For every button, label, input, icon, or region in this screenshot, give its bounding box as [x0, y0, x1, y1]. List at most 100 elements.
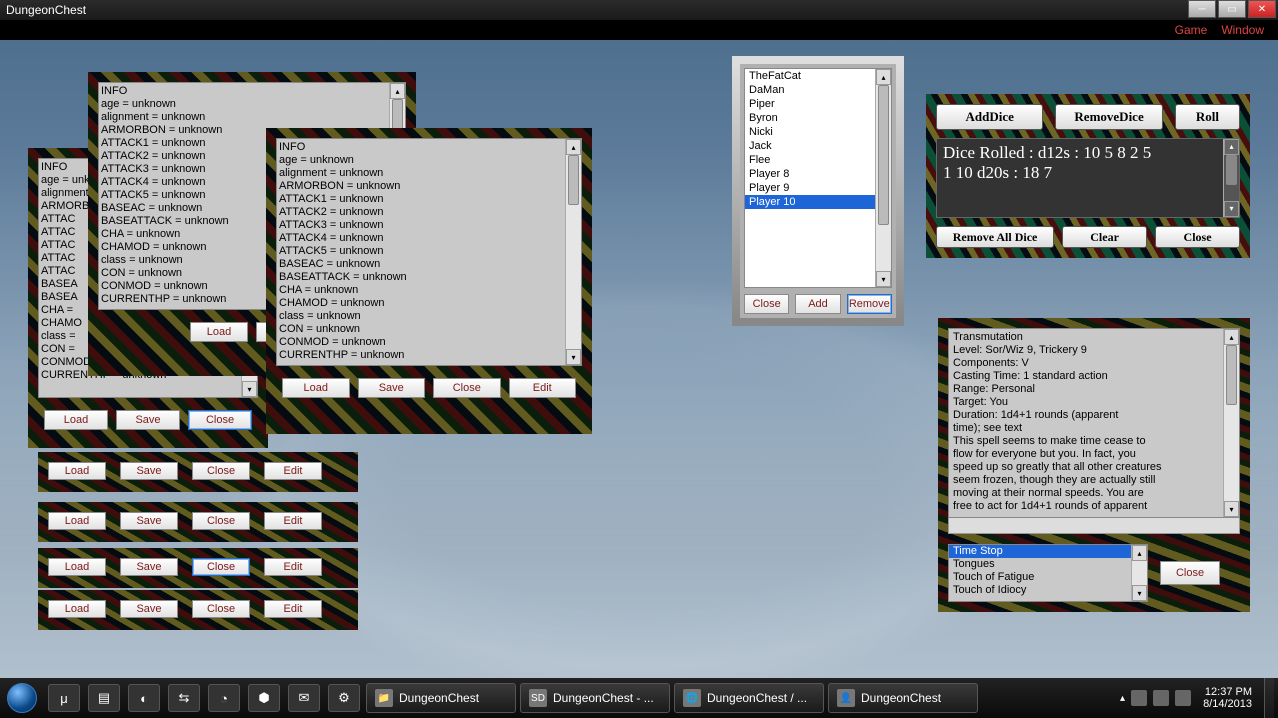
load-button[interactable]: Load [190, 322, 248, 342]
system-tray: ▴ 12:37 PM 8/14/2013 [1120, 678, 1278, 718]
tray-expand-icon[interactable]: ▴ [1120, 693, 1125, 704]
menu-game[interactable]: Game [1175, 23, 1208, 37]
taskbar-task[interactable]: 🌐DungeonChest / ... [674, 683, 824, 713]
dice-add-button[interactable]: AddDice [936, 104, 1043, 130]
spell-panel: Transmutation Level: Sor/Wiz 9, Trickery… [938, 318, 1250, 612]
save-button[interactable]: Save [120, 558, 178, 576]
spell-list-item[interactable]: Time Stop [949, 545, 1147, 558]
spell-list-item[interactable]: Tongues [949, 558, 1147, 571]
character-bar-2: Load Save Close Edit [38, 502, 358, 542]
player-list-item[interactable]: DaMan [745, 83, 891, 97]
load-button[interactable]: Load [48, 462, 106, 480]
player-list-item[interactable]: Flee [745, 153, 891, 167]
player-list-item[interactable]: Player 8 [745, 167, 891, 181]
dice-roll-button[interactable]: Roll [1175, 104, 1240, 130]
save-button[interactable]: Save [120, 600, 178, 618]
task-label: DungeonChest / ... [707, 691, 807, 705]
character-panel-front: INFO age = unknown alignment = unknown A… [266, 128, 592, 434]
taskbar-pinned-icon[interactable]: ✉ [288, 684, 320, 712]
tray-icon[interactable] [1131, 690, 1147, 706]
dice-panel: AddDice RemoveDice Roll Dice Rolled : d1… [926, 94, 1250, 258]
edit-button[interactable]: Edit [264, 600, 322, 618]
tray-volume-icon[interactable] [1175, 690, 1191, 706]
taskbar-task[interactable]: 👤DungeonChest [828, 683, 978, 713]
load-button[interactable]: Load [48, 512, 106, 530]
player-list-item[interactable]: Nicki [745, 125, 891, 139]
load-button[interactable]: Load [282, 378, 350, 398]
player-list-panel: TheFatCatDaManPiperByronNickiJackFleePla… [732, 56, 904, 326]
taskbar-pinned-icon[interactable]: μ [48, 684, 80, 712]
taskbar-pinned-icon[interactable]: ⚙ [328, 684, 360, 712]
tray-icon[interactable] [1153, 690, 1169, 706]
taskbar-task[interactable]: SDDungeonChest - ... [520, 683, 670, 713]
scrollbar-horizontal[interactable] [948, 518, 1240, 534]
taskbar-clock[interactable]: 12:37 PM 8/14/2013 [1197, 686, 1258, 710]
player-list-item[interactable]: Player 9 [745, 181, 891, 195]
load-button[interactable]: Load [44, 410, 108, 430]
close-button[interactable]: Close [192, 462, 250, 480]
player-list-item[interactable]: Jack [745, 139, 891, 153]
task-label: DungeonChest [399, 691, 479, 705]
save-button[interactable]: Save [120, 512, 178, 530]
taskbar-pinned-icon[interactable]: ⬢ [248, 684, 280, 712]
scrollbar[interactable]: ▴▾ [565, 139, 581, 365]
load-button[interactable]: Load [48, 600, 106, 618]
dice-clear-button[interactable]: Clear [1062, 226, 1147, 248]
player-close-button[interactable]: Close [744, 294, 789, 314]
spell-description-text: Transmutation Level: Sor/Wiz 9, Trickery… [953, 331, 1162, 512]
save-button[interactable]: Save [116, 410, 180, 430]
load-button[interactable]: Load [48, 558, 106, 576]
player-add-button[interactable]: Add [795, 294, 840, 314]
close-button[interactable]: Close [192, 600, 250, 618]
edit-button[interactable]: Edit [264, 462, 322, 480]
task-label: DungeonChest - ... [553, 691, 654, 705]
player-list-item[interactable]: Piper [745, 97, 891, 111]
dice-close-button[interactable]: Close [1155, 226, 1240, 248]
spell-list-item[interactable]: Touch of Fatigue [949, 571, 1147, 584]
scrollbar[interactable]: ▴▾ [1223, 139, 1239, 217]
spell-description[interactable]: Transmutation Level: Sor/Wiz 9, Trickery… [948, 328, 1240, 518]
scrollbar[interactable]: ▴▾ [1131, 545, 1147, 601]
close-button[interactable]: Close [188, 410, 252, 430]
spell-list-item[interactable]: Touch of Idiocy [949, 584, 1147, 597]
taskbar-task[interactable]: 📁DungeonChest [366, 683, 516, 713]
window-close-button[interactable]: ✕ [1248, 0, 1276, 18]
edit-button[interactable]: Edit [264, 512, 322, 530]
taskbar-pinned-icon[interactable]: ▤ [88, 684, 120, 712]
task-icon: 👤 [837, 689, 855, 707]
dice-output-text: Dice Rolled : d12s : 10 5 8 2 5 1 10 d20… [943, 143, 1151, 182]
character-bar-1: Load Save Close Edit [38, 452, 358, 492]
edit-button[interactable]: Edit [264, 558, 322, 576]
spell-close-button[interactable]: Close [1160, 561, 1220, 585]
window-maximize-button[interactable]: ▭ [1218, 0, 1246, 18]
dice-remove-button[interactable]: RemoveDice [1055, 104, 1162, 130]
close-button[interactable]: Close [192, 558, 250, 576]
player-list-item[interactable]: Player 10 [745, 195, 891, 209]
taskbar-pinned-icon[interactable]: ◐ [128, 684, 160, 712]
taskbar-date: 8/14/2013 [1203, 698, 1252, 710]
dice-remove-all-button[interactable]: Remove All Dice [936, 226, 1054, 248]
show-desktop-button[interactable] [1264, 678, 1274, 718]
window-title: DungeonChest [6, 3, 86, 17]
character-bar-4: Load Save Close Edit [38, 590, 358, 630]
scrollbar[interactable]: ▴▾ [1223, 329, 1239, 517]
edit-button[interactable]: Edit [509, 378, 577, 398]
scrollbar[interactable]: ▴▾ [875, 69, 891, 287]
start-button[interactable] [0, 678, 44, 718]
player-remove-button[interactable]: Remove [847, 294, 892, 314]
player-list-item[interactable]: TheFatCat [745, 69, 891, 83]
taskbar-time: 12:37 PM [1203, 686, 1252, 698]
close-button[interactable]: Close [433, 378, 501, 398]
spell-list[interactable]: Time StopTonguesTouch of FatigueTouch of… [948, 544, 1148, 602]
character-info-text: INFO age = unknown alignment = unknown A… [277, 139, 565, 365]
save-button[interactable]: Save [358, 378, 426, 398]
save-button[interactable]: Save [120, 462, 178, 480]
menu-window[interactable]: Window [1221, 23, 1264, 37]
window-minimize-button[interactable]: ─ [1188, 0, 1216, 18]
taskbar-pinned-icon[interactable]: ⇆ [168, 684, 200, 712]
player-list-item[interactable]: Byron [745, 111, 891, 125]
character-bar-3: Load Save Close Edit [38, 548, 358, 588]
close-button[interactable]: Close [192, 512, 250, 530]
taskbar-pinned-icon[interactable]: ◔ [208, 684, 240, 712]
player-list[interactable]: TheFatCatDaManPiperByronNickiJackFleePla… [744, 68, 892, 288]
